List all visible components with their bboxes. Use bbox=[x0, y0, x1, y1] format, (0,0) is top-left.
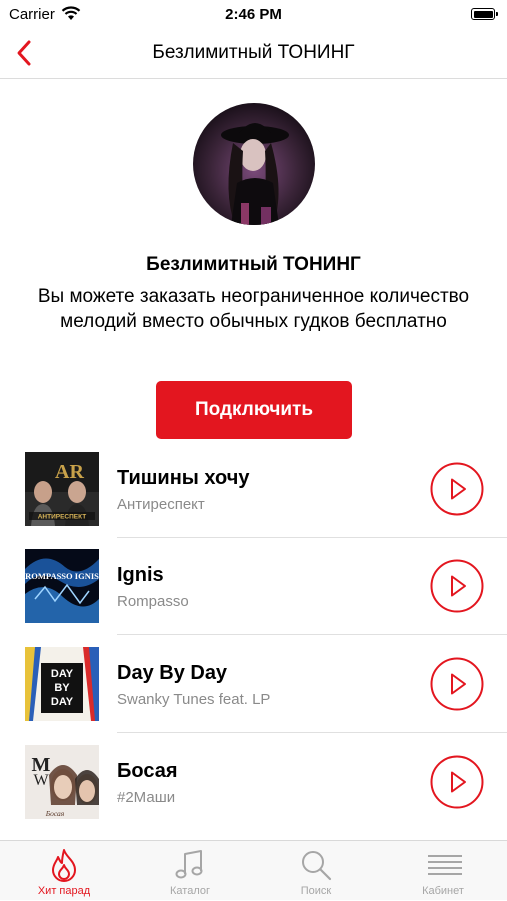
track-artist: #2Маши bbox=[117, 789, 176, 806]
connect-button[interactable]: Подключить bbox=[156, 381, 352, 439]
album-cover: DAY BY DAY bbox=[25, 647, 99, 721]
page-title: Безлимитный ТОНИНГ bbox=[152, 42, 355, 63]
cover-label: АНТИРЕСПЕКТ bbox=[38, 514, 87, 521]
play-icon bbox=[430, 657, 484, 711]
divider bbox=[117, 634, 507, 635]
tab-cabinet[interactable]: Кабинет bbox=[380, 841, 506, 901]
tab-bar: Хит парад Каталог Поиск Кабинет bbox=[0, 840, 507, 900]
chevron-left-icon bbox=[17, 40, 31, 66]
track-title: Тишины хочу bbox=[117, 467, 250, 489]
battery-icon bbox=[471, 8, 498, 20]
avatar bbox=[193, 103, 315, 225]
tab-hit-parade[interactable]: Хит парад bbox=[1, 841, 127, 901]
status-bar: Carrier 2:46 PM bbox=[0, 0, 507, 28]
svg-text:BY: BY bbox=[54, 682, 70, 694]
album-cover: ROMPASSO IGNIS bbox=[25, 549, 99, 623]
cover-label: DAY bbox=[51, 696, 74, 708]
list-item[interactable]: AR АНТИРЕСПЕКТ Тишины хочу Антиреспект bbox=[0, 452, 507, 550]
flame-icon bbox=[52, 849, 76, 882]
play-icon bbox=[430, 559, 484, 613]
svg-text:W: W bbox=[33, 772, 49, 789]
search-icon bbox=[302, 851, 332, 881]
list-item[interactable]: M W Босая Босая #2Маши bbox=[0, 745, 507, 843]
play-button[interactable] bbox=[430, 657, 484, 711]
divider bbox=[117, 732, 507, 733]
tab-label: Кабинет bbox=[422, 885, 464, 897]
play-button[interactable] bbox=[430, 755, 484, 809]
back-button[interactable] bbox=[10, 38, 40, 68]
play-icon bbox=[430, 755, 484, 809]
svg-text:AR: AR bbox=[55, 461, 84, 483]
tab-label: Каталог bbox=[170, 885, 210, 897]
tab-catalog[interactable]: Каталог bbox=[127, 841, 253, 901]
divider bbox=[117, 537, 507, 538]
list-item[interactable]: ROMPASSO IGNIS Ignis Rompasso bbox=[0, 549, 507, 647]
svg-text:DAY: DAY bbox=[51, 668, 74, 680]
tab-search[interactable]: Поиск bbox=[253, 841, 379, 901]
track-title: Ignis bbox=[117, 564, 164, 586]
track-title: Босая bbox=[117, 760, 178, 782]
navigation-bar: Безлимитный ТОНИНГ bbox=[0, 28, 507, 79]
cover-label: Босая bbox=[45, 809, 65, 818]
track-artist: Rompasso bbox=[117, 593, 189, 610]
play-icon bbox=[430, 462, 484, 516]
track-artist: Антиреспект bbox=[117, 496, 205, 513]
track-artist: Swanky Tunes feat. LP bbox=[117, 691, 271, 708]
hero-description: Вы можете заказать неограниченное количе… bbox=[37, 286, 470, 332]
tab-label: Хит парад bbox=[37, 885, 91, 897]
album-cover: AR АНТИРЕСПЕКТ bbox=[25, 452, 99, 526]
clock: 2:46 PM bbox=[225, 6, 282, 23]
hero-title: Безлимитный ТОНИНГ bbox=[146, 254, 361, 275]
album-cover: M W Босая bbox=[25, 745, 99, 819]
play-button[interactable] bbox=[430, 559, 484, 613]
list-item[interactable]: DAY BY DAY Day By Day Swanky Tunes feat.… bbox=[0, 647, 507, 745]
play-button[interactable] bbox=[430, 462, 484, 516]
tab-label: Поиск bbox=[300, 885, 332, 897]
music-note-icon bbox=[175, 850, 203, 879]
track-title: Day By Day bbox=[117, 662, 228, 684]
menu-lines-icon bbox=[428, 855, 462, 875]
cover-label: ROMPASSO IGNIS bbox=[25, 571, 99, 581]
